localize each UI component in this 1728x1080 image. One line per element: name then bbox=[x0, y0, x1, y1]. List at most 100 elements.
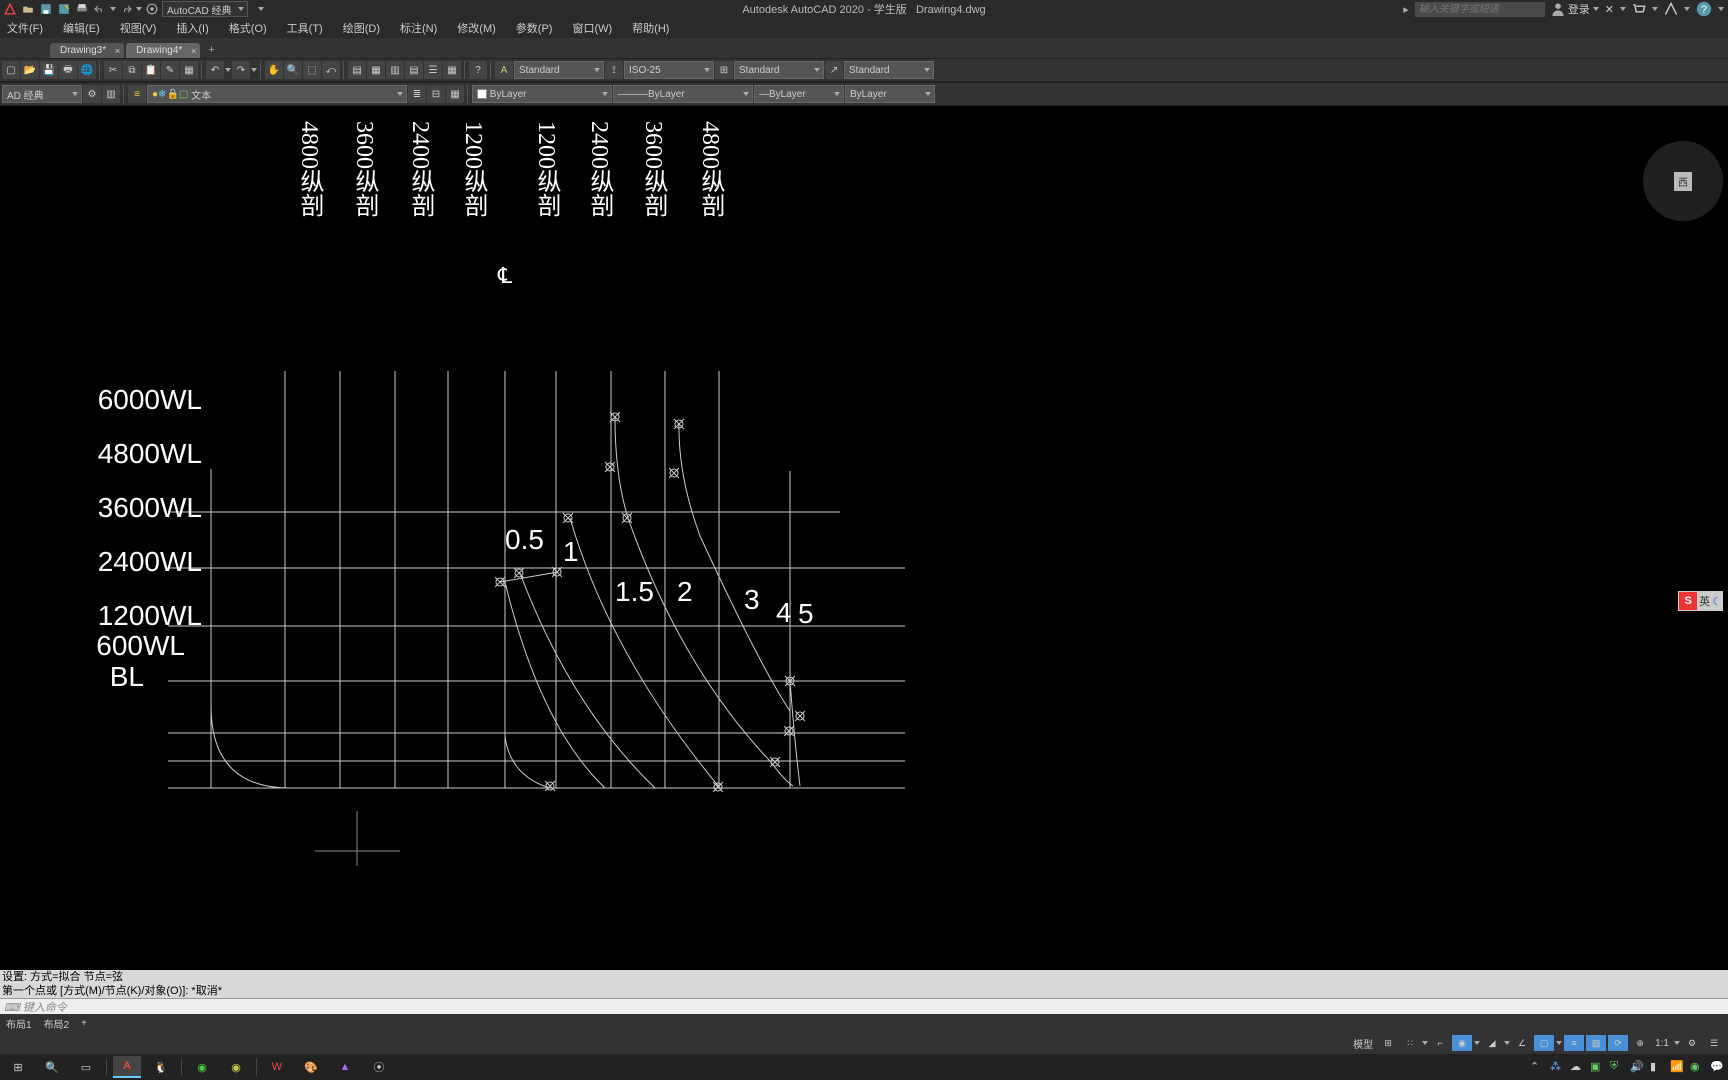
taskbar-browser[interactable]: ◉ bbox=[222, 1056, 250, 1078]
publish-icon[interactable]: 🌐 bbox=[78, 61, 96, 79]
app-a-icon[interactable] bbox=[1664, 2, 1678, 16]
color-combo[interactable]: ByLayer bbox=[472, 85, 612, 103]
zoom-icon[interactable]: 🔍 bbox=[284, 61, 302, 79]
layer-merge-icon[interactable]: ⊟ bbox=[427, 85, 445, 103]
search-button[interactable]: 🔍 bbox=[38, 1056, 66, 1078]
design-center-icon[interactable]: ▦ bbox=[367, 61, 385, 79]
tray-nvidia-icon[interactable]: ◉ bbox=[1690, 1060, 1704, 1074]
cycling-icon[interactable]: ⟳ bbox=[1608, 1035, 1628, 1051]
layer-manager-icon[interactable]: ≡ bbox=[128, 85, 146, 103]
login-button[interactable]: 登录 bbox=[1551, 1, 1599, 17]
properties-icon[interactable]: ▤ bbox=[348, 61, 366, 79]
new-icon[interactable]: ▢ bbox=[2, 61, 20, 79]
plot-icon[interactable]: 🖶 bbox=[59, 61, 77, 79]
new-tab-button[interactable]: + bbox=[202, 42, 220, 58]
redo-icon[interactable]: ↷ bbox=[232, 61, 250, 79]
layer-filter-combo[interactable]: AD 经典 bbox=[2, 85, 82, 103]
transparency-icon[interactable]: ▨ bbox=[1586, 1035, 1606, 1051]
command-input[interactable]: ⌨ 键入命令 bbox=[0, 998, 1728, 1014]
layer-iso-icon[interactable]: ≣ bbox=[408, 85, 426, 103]
zoom-window-icon[interactable]: ⬚ bbox=[303, 61, 321, 79]
pan-icon[interactable]: ✋ bbox=[265, 61, 283, 79]
menu-insert[interactable]: 插入(I) bbox=[173, 18, 211, 38]
help-icon[interactable]: ? bbox=[1696, 1, 1712, 17]
saveas-icon[interactable] bbox=[56, 1, 72, 17]
match-icon[interactable]: ✎ bbox=[161, 61, 179, 79]
workspace-gear-icon[interactable] bbox=[144, 1, 160, 17]
table-style-combo[interactable]: Standard bbox=[734, 61, 824, 79]
tray-battery-icon[interactable]: ▮ bbox=[1650, 1060, 1664, 1074]
view-cube[interactable]: 西 bbox=[1643, 141, 1723, 221]
menu-icon[interactable]: ☰ bbox=[1704, 1035, 1724, 1051]
layer-combo[interactable]: ●❄🔒▢ 文本 bbox=[147, 85, 407, 103]
help-icon[interactable]: ? bbox=[469, 61, 487, 79]
search-input[interactable] bbox=[1415, 2, 1545, 17]
start-button[interactable]: ⊞ bbox=[4, 1056, 32, 1078]
menu-edit[interactable]: 编辑(E) bbox=[60, 18, 103, 38]
taskbar-paint[interactable]: 🎨 bbox=[297, 1056, 325, 1078]
cart-icon[interactable] bbox=[1632, 2, 1646, 16]
taskbar-qq[interactable]: 🐧 bbox=[147, 1056, 175, 1078]
mleader-style-combo[interactable]: Standard bbox=[844, 61, 934, 79]
zoom-prev-icon[interactable]: ⤺ bbox=[322, 61, 340, 79]
tray-geforce-icon[interactable]: ▣ bbox=[1590, 1060, 1604, 1074]
markup-icon[interactable]: ☰ bbox=[424, 61, 442, 79]
tray-notif-icon[interactable]: 💬 bbox=[1710, 1060, 1724, 1074]
open-icon[interactable]: 📂 bbox=[21, 61, 39, 79]
save-icon[interactable] bbox=[38, 1, 54, 17]
taskbar-obs[interactable]: ⦿ bbox=[365, 1056, 393, 1078]
menu-file[interactable]: 文件(F) bbox=[4, 18, 46, 38]
taskview-button[interactable]: ▭ bbox=[72, 1056, 100, 1078]
text-style-combo[interactable]: Standard bbox=[514, 61, 604, 79]
snap-icon[interactable]: ∷ bbox=[1400, 1035, 1420, 1051]
textstyle-btn-icon[interactable]: A bbox=[495, 61, 513, 79]
tray-network-icon[interactable]: 📶 bbox=[1670, 1060, 1684, 1074]
taskbar-autocad[interactable]: A bbox=[113, 1056, 141, 1078]
linetype-combo[interactable]: ——— ByLayer bbox=[613, 85, 753, 103]
layer-state-icon[interactable]: ⚙ bbox=[83, 85, 101, 103]
menu-modify[interactable]: 修改(M) bbox=[454, 18, 499, 38]
undo-icon[interactable] bbox=[92, 1, 108, 17]
menu-draw[interactable]: 绘图(D) bbox=[340, 18, 383, 38]
ime-indicator[interactable]: S 英 ☾ bbox=[1678, 591, 1723, 611]
layer-prev-icon[interactable]: ▥ bbox=[102, 85, 120, 103]
plotstyle-combo[interactable]: ByLayer bbox=[845, 85, 935, 103]
menu-view[interactable]: 视图(V) bbox=[117, 18, 160, 38]
tray-onedrive-icon[interactable]: ☁ bbox=[1570, 1060, 1584, 1074]
tab-drawing4[interactable]: Drawing4*× bbox=[126, 43, 200, 58]
arrow-icon[interactable]: ▸ bbox=[1403, 3, 1409, 16]
layout-tab-1[interactable]: 布局1 bbox=[6, 1016, 32, 1031]
menu-param[interactable]: 参数(P) bbox=[513, 18, 556, 38]
menu-format[interactable]: 格式(O) bbox=[226, 18, 270, 38]
menu-dimension[interactable]: 标注(N) bbox=[397, 18, 440, 38]
cut-icon[interactable]: ✂ bbox=[104, 61, 122, 79]
close-icon[interactable]: × bbox=[191, 46, 196, 56]
sheet-icon[interactable]: ▤ bbox=[405, 61, 423, 79]
block-icon[interactable]: ▦ bbox=[180, 61, 198, 79]
redo-dropdown[interactable] bbox=[136, 7, 142, 11]
close-icon[interactable]: × bbox=[115, 46, 120, 56]
dimstyle-btn-icon[interactable]: ⟟ bbox=[605, 61, 623, 79]
tray-security-icon[interactable]: ⛨ bbox=[1610, 1060, 1624, 1074]
osnap-icon[interactable]: ▢ bbox=[1534, 1035, 1554, 1051]
dyn-input-icon[interactable]: ⊕ bbox=[1630, 1035, 1650, 1051]
customize-icon[interactable]: ⚙ bbox=[1682, 1035, 1702, 1051]
undo-icon[interactable]: ↶ bbox=[206, 61, 224, 79]
tray-chevron-icon[interactable]: ⌃ bbox=[1530, 1060, 1544, 1074]
otrack-icon[interactable]: ∠ bbox=[1512, 1035, 1532, 1051]
open-icon[interactable] bbox=[20, 1, 36, 17]
menu-help[interactable]: 帮助(H) bbox=[629, 18, 672, 38]
layer-walk-icon[interactable]: ▦ bbox=[446, 85, 464, 103]
lineweight-combo[interactable]: — ByLayer bbox=[754, 85, 844, 103]
exchange-icon[interactable]: ✕ bbox=[1605, 3, 1614, 16]
workspace-selector[interactable]: AutoCAD 经典 bbox=[162, 1, 248, 17]
layout-tab-2[interactable]: 布局2 bbox=[44, 1016, 70, 1031]
isoplane-icon[interactable]: ◢ bbox=[1482, 1035, 1502, 1051]
drawing-canvas[interactable]: 4800纵剖 3600纵剖 2400纵剖 1200纵剖 1200纵剖 2400纵… bbox=[0, 106, 1728, 970]
tray-speaker-icon[interactable]: 🔊 bbox=[1630, 1060, 1644, 1074]
calc-icon[interactable]: ▦ bbox=[443, 61, 461, 79]
qat-more[interactable] bbox=[258, 7, 264, 11]
paste-icon[interactable]: 📋 bbox=[142, 61, 160, 79]
taskbar-wps[interactable]: W bbox=[263, 1056, 291, 1078]
menu-window[interactable]: 窗口(W) bbox=[569, 18, 615, 38]
